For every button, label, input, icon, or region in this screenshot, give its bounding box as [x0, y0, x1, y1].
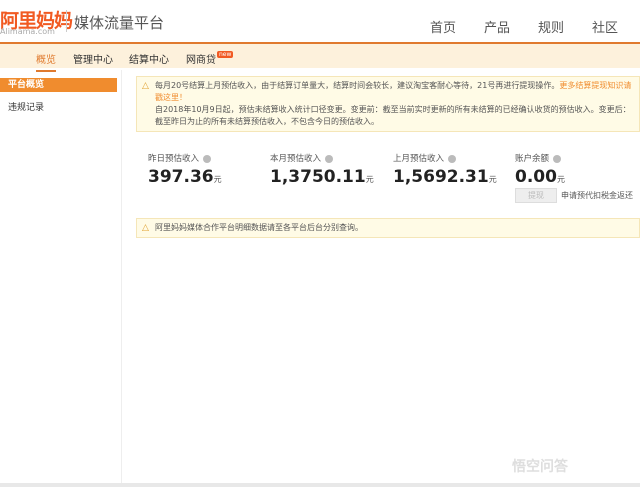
new-badge: new [217, 51, 234, 58]
help-icon[interactable] [553, 154, 562, 163]
warning-icon: △ [142, 223, 149, 233]
sidebar-item-overview[interactable]: 平台概览 [0, 78, 117, 92]
bottom-divider [0, 483, 640, 487]
tab-settlement[interactable]: 结算中心 [129, 51, 169, 66]
nav-community[interactable]: 社区 [592, 17, 618, 36]
stat-yesterday: 昨日预估收入 397.36元 [148, 154, 222, 187]
nav-products[interactable]: 产品 [484, 17, 510, 36]
stat-last-month: 上月预估收入 1,5692.31元 [393, 154, 497, 187]
help-icon[interactable] [448, 154, 457, 163]
warning-icon: △ [142, 81, 149, 91]
nav-rules[interactable]: 规则 [538, 17, 564, 36]
settlement-notice: △ 每月20号结算上月预估收入，由于结算订单量大，结算时间会较长，建议淘宝客耐心… [136, 76, 640, 132]
sidebar: 平台概览 违规记录 [0, 70, 122, 483]
tab-loan[interactable]: 网商贷 [186, 51, 216, 66]
tab-overview[interactable]: 概览 [36, 51, 56, 72]
platform-title: 媒体流量平台 [74, 14, 165, 32]
help-icon[interactable] [325, 154, 334, 163]
sidebar-item-violations[interactable]: 违规记录 [0, 101, 121, 115]
logo-subtitle: Alimama.com [0, 27, 55, 36]
data-notice: △ 阿里妈妈媒体合作平台明细数据请至各平台后台分别查询。 [136, 218, 640, 238]
nav-home[interactable]: 首页 [430, 17, 456, 36]
tab-management[interactable]: 管理中心 [73, 51, 113, 66]
top-nav: 首页 产品 规则 社区 公 [430, 17, 640, 36]
divider [66, 10, 67, 32]
withdraw-button[interactable]: 提现 [515, 188, 557, 203]
stat-this-month: 本月预估收入 1,3750.11元 [270, 154, 374, 187]
header: 阿里妈妈 Alimama.com 媒体流量平台 首页 产品 规则 社区 公 [0, 0, 640, 44]
stat-balance: 账户余额 0.00元 [515, 154, 565, 187]
tax-refund-link[interactable]: 申请预代扣税金返还 [561, 190, 633, 201]
help-icon[interactable] [203, 154, 212, 163]
watermark: 悟空问答 [512, 459, 568, 475]
sub-nav: 概览 管理中心 结算中心 网商贷 new [0, 44, 640, 72]
